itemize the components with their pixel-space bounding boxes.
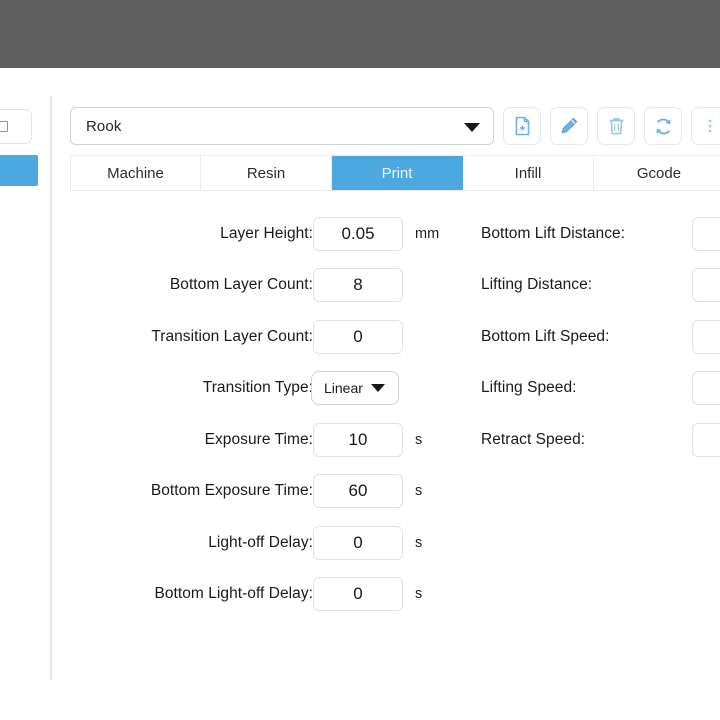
bottom-exposure-time-input[interactable]: 60 [313,474,403,508]
field-layer-height: Layer Height: 0.05 mm [52,208,462,260]
sidebar-selected-item[interactable] [0,155,38,186]
tab-label: Machine [107,165,164,182]
field-label: Exposure Time: [205,431,313,449]
refresh-icon [653,116,674,137]
tab-label: Infill [515,165,542,182]
field-label: Bottom Light-off Delay: [154,585,313,603]
profile-selected-value: Rook [86,118,121,135]
field-unit: s [415,483,422,499]
profile-toolbar: Rook [70,107,720,145]
edit-profile-button[interactable] [550,107,588,145]
field-label: Bottom Exposure Time: [151,482,313,500]
field-unit: s [415,586,422,602]
chevron-down-icon [371,384,385,392]
print-settings-right-column: Bottom Lift Distance: Lifting Distance: … [462,208,720,466]
field-lifting-distance: Lifting Distance: [462,260,720,312]
field-light-off-delay: Light-off Delay: 0 s [52,517,462,569]
field-unit: s [415,432,422,448]
app-window: Rook [0,0,720,720]
field-label: Lifting Distance: [481,276,592,294]
field-lifting-speed: Lifting Speed: [462,363,720,415]
lifting-speed-input[interactable] [692,371,720,405]
delete-profile-button[interactable] [597,107,635,145]
tab-gcode[interactable]: Gcode [594,156,720,190]
field-bottom-light-off-delay: Bottom Light-off Delay: 0 s [52,569,462,621]
field-exposure-time: Exposure Time: 10 s [52,414,462,466]
transition-type-value: Linear [324,380,363,396]
bottom-lift-speed-input[interactable] [692,320,720,354]
lifting-distance-input[interactable] [692,268,720,302]
settings-tabs: Machine Resin Print Infill Gcode [70,155,720,191]
refresh-profile-button[interactable] [644,107,682,145]
transition-layer-count-input[interactable]: 0 [313,320,403,354]
field-label: Layer Height: [220,225,313,243]
tab-machine[interactable]: Machine [70,156,201,190]
overflow-icon [701,117,719,135]
bottom-light-off-delay-input[interactable]: 0 [313,577,403,611]
light-off-delay-input[interactable]: 0 [313,526,403,560]
layer-height-input[interactable]: 0.05 [313,217,403,251]
tab-print[interactable]: Print [332,156,463,190]
chevron-down-icon [464,123,480,132]
tab-label: Resin [247,165,285,182]
field-label: Retract Speed: [481,431,585,449]
new-profile-button[interactable] [503,107,541,145]
field-transition-layer-count: Transition Layer Count: 0 [52,311,462,363]
trash-icon [607,116,626,136]
document-plus-icon [0,121,8,132]
pencil-icon [559,116,579,136]
field-bottom-lift-distance: Bottom Lift Distance: [462,208,720,260]
tab-resin[interactable]: Resin [201,156,332,190]
field-unit: s [415,535,422,551]
transition-type-select[interactable]: Linear [311,371,399,405]
field-bottom-lift-speed: Bottom Lift Speed: [462,311,720,363]
left-sidebar-strip [0,68,50,720]
bottom-lift-distance-input[interactable] [692,217,720,251]
field-label: Light-off Delay: [208,534,313,552]
field-retract-speed: Retract Speed: [462,414,720,466]
more-profile-button[interactable] [691,107,720,145]
tab-infill[interactable]: Infill [463,156,594,190]
main-panel: Rook [52,68,720,720]
field-label: Bottom Layer Count: [170,276,313,294]
retract-speed-input[interactable] [692,423,720,457]
field-bottom-layer-count: Bottom Layer Count: 8 [52,260,462,312]
bottom-layer-count-input[interactable]: 8 [313,268,403,302]
file-plus-icon [513,116,532,136]
field-label: Transition Type: [203,379,313,397]
field-label: Lifting Speed: [481,379,577,397]
field-label: Bottom Lift Speed: [481,328,609,346]
field-label: Transition Layer Count: [151,328,313,346]
tab-label: Print [382,165,413,182]
sidebar-new-button[interactable] [0,109,32,144]
tab-label: Gcode [637,165,681,182]
field-label: Bottom Lift Distance: [481,225,625,243]
top-band [0,0,720,68]
profile-combobox[interactable]: Rook [70,107,494,145]
field-unit: mm [415,226,439,242]
field-bottom-exposure-time: Bottom Exposure Time: 60 s [52,466,462,518]
print-settings-left-column: Layer Height: 0.05 mm Bottom Layer Count… [52,208,462,620]
field-transition-type: Transition Type: Linear [52,363,462,415]
exposure-time-input[interactable]: 10 [313,423,403,457]
